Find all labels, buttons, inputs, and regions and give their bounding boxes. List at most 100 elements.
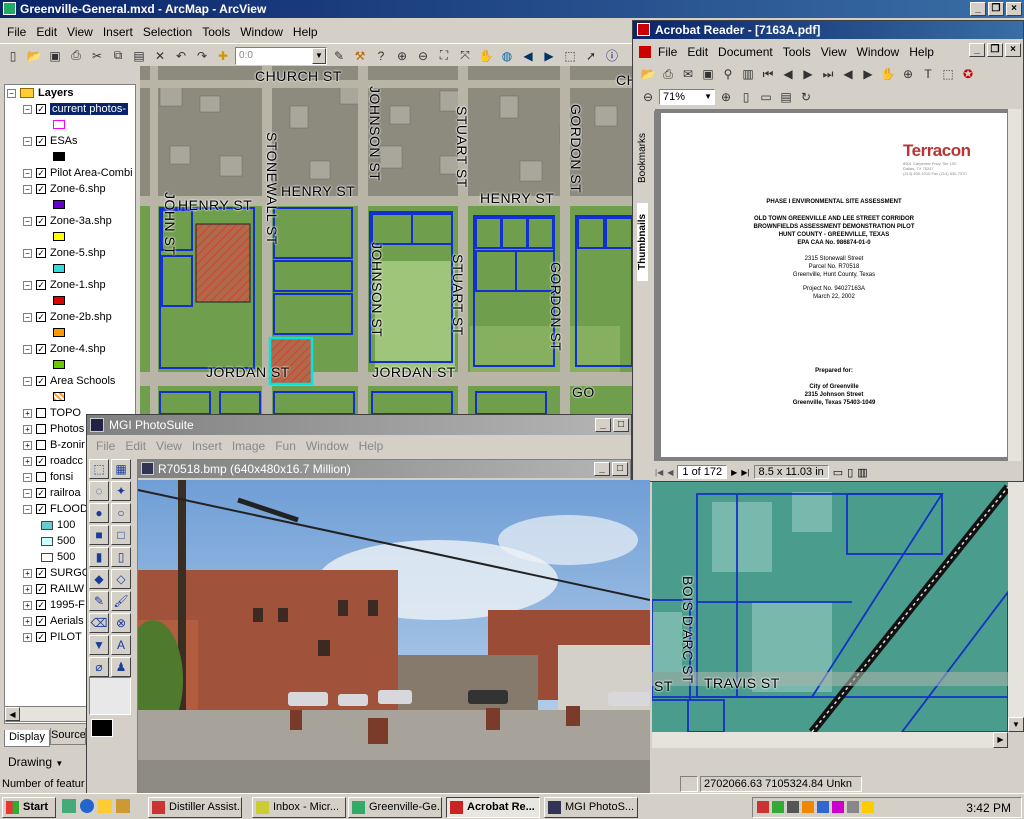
last-page-icon[interactable]: ▶| (741, 468, 749, 477)
layer-checkbox[interactable]: ✓ (36, 616, 46, 626)
layer-item[interactable]: − ✓ Zone-2b.shp (23, 309, 112, 325)
maximize-button[interactable]: □ (613, 418, 629, 432)
layer-checkbox[interactable]: ✓ (36, 584, 46, 594)
zoom-out-icon[interactable]: ⊖ (639, 88, 657, 106)
zoom-tool-icon[interactable]: ⊕ (899, 65, 917, 83)
layer-item[interactable]: + B-zonir (23, 437, 85, 453)
layer-checkbox[interactable]: ✓ (36, 184, 46, 194)
ps-image-titlebar[interactable]: R70518.bmp (640x480x16.7 Million) _ □ (138, 460, 630, 478)
minimize-button[interactable]: _ (594, 462, 610, 476)
toc-tab-display[interactable]: Display (4, 730, 50, 747)
collapse-icon[interactable]: − (23, 280, 32, 290)
tab-bookmarks[interactable]: Bookmarks (637, 119, 648, 197)
layer-checkbox[interactable]: ✓ (36, 568, 46, 578)
page-indicator[interactable]: 1 of 172 (677, 465, 728, 479)
layer-item[interactable]: − ✓ Zone-3a.shp (23, 213, 112, 229)
layer-item[interactable]: + ✓ RAILW (23, 581, 84, 597)
acrobat-menu-file[interactable]: File (655, 45, 680, 59)
eraser-icon[interactable]: ⌫ (89, 613, 109, 633)
select-features-icon[interactable]: ⬚ (561, 47, 579, 65)
hand-tool-icon[interactable]: ✋ (879, 65, 897, 83)
pencil-icon[interactable]: ✎ (89, 591, 109, 611)
layer-item[interactable]: 100 (41, 517, 75, 533)
editor-icon[interactable]: ✎ (330, 47, 348, 65)
restore-button[interactable]: ❐ (987, 43, 1003, 57)
expand-icon[interactable]: + (23, 424, 32, 434)
layer-item[interactable]: + ✓ PILOT (23, 629, 82, 645)
collapse-icon[interactable]: − (23, 248, 32, 258)
first-page-icon[interactable]: |◀ (655, 468, 663, 477)
rounded-outline-icon[interactable]: ▯ (111, 547, 131, 567)
layer-item[interactable]: − ✓ Pilot Area-Combi (23, 165, 133, 181)
layer-item[interactable]: − ✓ Zone-1.shp (23, 277, 106, 293)
site-photo[interactable] (138, 480, 650, 794)
layer-checkbox[interactable]: ✓ (36, 312, 46, 322)
tray-sync-icon[interactable] (772, 801, 784, 813)
layer-item[interactable]: − ✓ railroa (23, 485, 81, 501)
layer-checkbox[interactable]: ✓ (36, 504, 46, 514)
search-icon[interactable]: ⚲ (719, 65, 737, 83)
layer-item[interactable]: + ✓ SURGO (23, 565, 90, 581)
acrobat-menu-document[interactable]: Document (715, 45, 776, 59)
menu-view[interactable]: View (64, 25, 96, 39)
layer-checkbox[interactable]: ✓ (36, 168, 46, 178)
fit-page-icon[interactable]: ▭ (757, 88, 775, 106)
tray-volume-icon[interactable] (787, 801, 799, 813)
expand-icon[interactable]: + (23, 408, 32, 418)
pdf-page[interactable]: Terracon 8901 Carpenter Frwy. Ste 100 Da… (661, 113, 1007, 457)
collapse-icon[interactable]: − (23, 504, 32, 514)
single-page-icon[interactable]: ▭ (833, 466, 843, 479)
layer-checkbox[interactable]: ✓ (36, 344, 46, 354)
email-icon[interactable]: ✉ (679, 65, 697, 83)
taskbar-button[interactable]: Greenville-Ge... (348, 797, 442, 818)
collapse-icon[interactable]: − (23, 216, 32, 226)
scroll-left-icon[interactable]: ◀ (5, 707, 20, 721)
ie-icon[interactable] (80, 799, 94, 813)
circle-fill-icon[interactable]: ● (89, 503, 109, 523)
square-outline-icon[interactable]: □ (111, 525, 131, 545)
graphics-select-icon[interactable]: ⬚ (939, 65, 957, 83)
expand-icon[interactable]: + (23, 568, 32, 578)
fill-icon[interactable]: ▼ (89, 635, 109, 655)
tray-monitor-icon[interactable] (817, 801, 829, 813)
drawing-menu[interactable]: Drawing ▼ (8, 754, 63, 770)
brush-icon[interactable]: 🖌 (111, 591, 131, 611)
map-hscrollbar[interactable]: ▶ (652, 732, 1008, 748)
collapse-icon[interactable]: − (23, 488, 32, 498)
first-page-icon[interactable]: ⏮ (759, 65, 777, 83)
taskbar-button[interactable]: Acrobat Re... (446, 797, 540, 818)
collapse-icon[interactable]: − (23, 168, 32, 178)
tray-update-icon[interactable] (862, 801, 874, 813)
collapse-icon[interactable]: − (23, 136, 32, 146)
full-extent-icon[interactable]: ◍ (498, 47, 516, 65)
acrobat-vscrollbar[interactable] (1007, 109, 1021, 461)
layer-item[interactable]: + ✓ roadcc (23, 453, 83, 469)
expand-icon[interactable]: + (23, 584, 32, 594)
restore-button[interactable]: ❐ (988, 2, 1004, 16)
tab-thumbnails[interactable]: Thumbnails (637, 203, 648, 281)
layers-root[interactable]: − Layers (7, 85, 73, 101)
ps-menu-edit[interactable]: Edit (122, 439, 149, 453)
expand-icon[interactable]: + (23, 600, 32, 610)
ps-menu-fun[interactable]: Fun (272, 439, 299, 453)
zoom-combobox[interactable]: 71% ▼ (659, 89, 715, 105)
layer-checkbox[interactable]: ✓ (36, 488, 46, 498)
ps-foreground-color[interactable] (91, 719, 113, 737)
layer-item[interactable]: − ✓ Area Schools (23, 373, 115, 389)
layer-checkbox[interactable]: ✓ (36, 600, 46, 610)
prev-page-icon[interactable]: ◀ (779, 65, 797, 83)
new-icon[interactable]: ▯ (4, 47, 22, 65)
eyedropper-icon[interactable]: ⌀ (89, 657, 109, 677)
rounded-fill-icon[interactable]: ▮ (89, 547, 109, 567)
layer-checkbox[interactable]: ✓ (36, 136, 46, 146)
magic-wand-icon[interactable]: ✦ (111, 481, 131, 501)
collapse-icon[interactable]: − (23, 344, 32, 354)
scroll-right-icon[interactable]: ▶ (993, 732, 1008, 748)
ps-menu-insert[interactable]: Insert (189, 439, 225, 453)
menu-tools[interactable]: Tools (199, 25, 233, 39)
add-data-icon[interactable]: ✚ (214, 47, 232, 65)
ps-menu-help[interactable]: Help (356, 439, 387, 453)
collapse-icon[interactable]: − (23, 184, 32, 194)
arcmap-titlebar[interactable]: Greenville-General.mxd - ArcMap - ArcVie… (0, 0, 1024, 18)
layer-item[interactable]: − ✓ Zone-6.shp (23, 181, 106, 197)
